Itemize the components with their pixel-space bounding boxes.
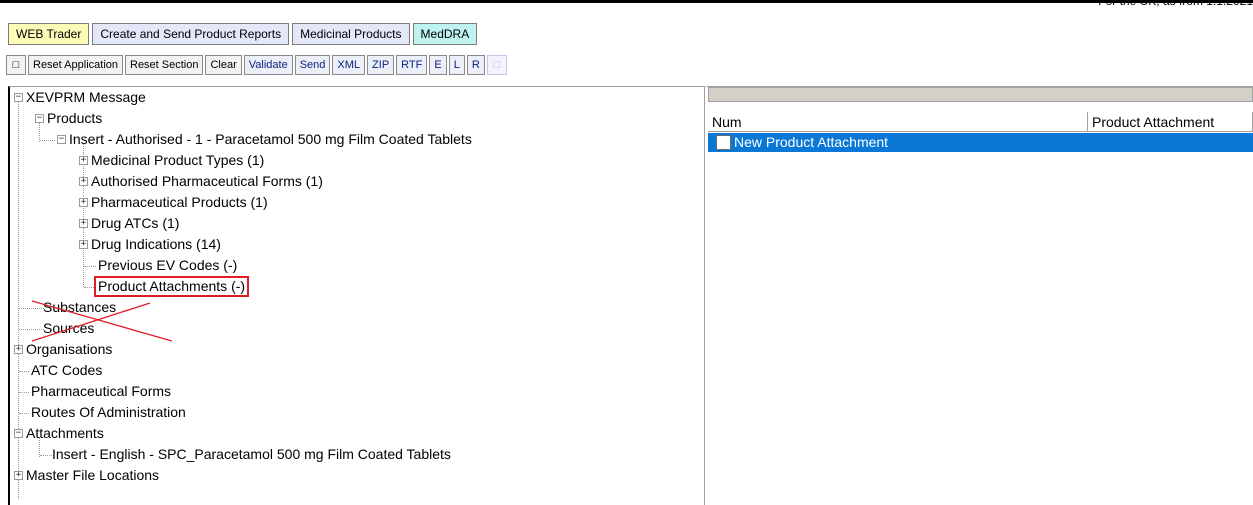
send-button[interactable]: Send (294, 55, 331, 75)
expand-icon[interactable]: + (79, 198, 88, 207)
top-border (0, 0, 1253, 8)
collapse-icon[interactable]: − (14, 93, 23, 102)
strike-line-down (32, 300, 172, 342)
detail-pane: Num Product Attachment New Product Attac… (706, 86, 1253, 505)
tree-node-label: Previous EV Codes (-) (98, 257, 238, 273)
row-checkbox[interactable] (716, 135, 731, 150)
detail-header-strip (708, 87, 1253, 102)
collapse-icon[interactable]: − (57, 135, 66, 144)
tree-node-label: Drug ATCs (1) (91, 215, 180, 231)
tree-node-label: Insert - English - SPC_Paracetamol 500 m… (52, 446, 451, 462)
expand-icon[interactable]: + (79, 156, 88, 165)
column-header-num[interactable]: Num (708, 112, 1088, 131)
tab-medicinal-products[interactable]: Medicinal Products (292, 23, 410, 45)
tab-meddra[interactable]: MedDRA (412, 23, 478, 45)
highlight-box: Product Attachments (-) (94, 276, 250, 297)
tree-node-label: Insert - Authorised - 1 - Paracetamol 50… (69, 131, 472, 147)
tree-node-medicinal-product-types[interactable]: Medicinal Product Types (1) (89, 150, 266, 171)
tab-create-send-reports[interactable]: Create and Send Product Reports (92, 23, 290, 45)
tree-connector (19, 413, 29, 414)
tree-node-organisations[interactable]: Organisations (24, 339, 114, 360)
tree-node-authorised-pharm-forms[interactable]: Authorised Pharmaceutical Forms (1) (89, 171, 325, 192)
tree-node-pharmaceutical-products[interactable]: Pharmaceutical Products (1) (89, 192, 270, 213)
column-header-product-attachment[interactable]: Product Attachment (1088, 112, 1253, 131)
tree-connector (19, 392, 29, 393)
tree-pane: − XEVPRM Message − Products − Insert - A… (8, 86, 705, 505)
corner-note: For the UK, as from 1.1.2021 (1098, 0, 1253, 8)
tree-node-label: Routes Of Administration (31, 404, 186, 420)
tree-node-product-insert[interactable]: Insert - Authorised - 1 - Paracetamol 50… (67, 129, 474, 150)
validate-button[interactable]: Validate (243, 55, 293, 75)
expand-icon[interactable]: + (14, 345, 23, 354)
expand-icon[interactable]: + (79, 219, 88, 228)
toolbar: □ Reset Application Reset Section Clear … (6, 55, 507, 75)
tree-guide-products (39, 122, 40, 142)
reset-section-button[interactable]: Reset Section (125, 55, 204, 75)
tree-node-previous-ev-codes[interactable]: Previous EV Codes (-) (96, 255, 239, 276)
tree-connector (40, 140, 55, 141)
tree-node-product-attachments[interactable]: Product Attachments (-) (94, 276, 250, 297)
r-button[interactable]: R (466, 55, 485, 75)
reset-application-button[interactable]: Reset Application (28, 55, 123, 75)
rtf-button[interactable]: RTF (396, 55, 428, 75)
tree-node-label: Attachments (26, 425, 104, 441)
collapse-icon[interactable]: − (35, 114, 44, 123)
tree-node-label: Pharmaceutical Products (1) (91, 194, 268, 210)
zip-button[interactable]: ZIP (367, 55, 395, 75)
tree-node-label: Master File Locations (26, 467, 160, 483)
row-label: New Product Attachment (734, 134, 889, 150)
tree-connector (19, 371, 29, 372)
strike-cross (32, 300, 172, 342)
tree-node-attachment-insert[interactable]: Insert - English - SPC_Paracetamol 500 m… (50, 444, 453, 465)
tree-node-drug-atcs[interactable]: Drug ATCs (1) (89, 213, 181, 234)
collapse-icon[interactable]: − (14, 429, 23, 438)
tree-node-pharmaceutical-forms[interactable]: Pharmaceutical Forms (29, 381, 173, 402)
clear-button[interactable]: Clear (205, 55, 242, 75)
tree-node-label: Products (47, 110, 103, 126)
tree-node-products[interactable]: Products (45, 108, 104, 129)
tree-connector (84, 266, 96, 267)
tree-node-label: XEVPRM Message (26, 89, 146, 105)
tree-node-label: Pharmaceutical Forms (31, 383, 172, 399)
e-button[interactable]: E (429, 55, 447, 75)
table-row[interactable]: New Product Attachment (708, 133, 1253, 152)
menu-square-button[interactable]: □ (6, 55, 26, 75)
tree-node-routes[interactable]: Routes Of Administration (29, 402, 188, 423)
tree-node-label: Medicinal Product Types (1) (91, 152, 265, 168)
tree-node-label: Drug Indications (14) (91, 236, 221, 252)
tree-node-label: ATC Codes (31, 362, 103, 378)
main-tabs: WEB Trader Create and Send Product Repor… (8, 23, 478, 45)
strike-line-up (32, 302, 151, 342)
tree-node-attachments[interactable]: Attachments (24, 423, 106, 444)
grid-header: Num Product Attachment (708, 112, 1253, 132)
tree-guide-root (18, 101, 19, 499)
tree-node-label: Authorised Pharmaceutical Forms (1) (91, 173, 323, 189)
disabled-square-button[interactable]: □ (486, 55, 507, 75)
tree-node-master-file-locations[interactable]: Master File Locations (24, 465, 161, 486)
expand-icon[interactable]: + (79, 177, 88, 186)
tab-web-trader[interactable]: WEB Trader (8, 23, 90, 45)
tree-node-root[interactable]: XEVPRM Message (24, 87, 148, 108)
expand-icon[interactable]: + (14, 471, 23, 480)
tree-node-atc-codes[interactable]: ATC Codes (29, 360, 104, 381)
l-button[interactable]: L (448, 55, 465, 75)
xml-button[interactable]: XML (332, 55, 366, 75)
expand-icon[interactable]: + (79, 240, 88, 249)
tree-node-label: Organisations (26, 341, 113, 357)
tree-node-drug-indications[interactable]: Drug Indications (14) (89, 234, 223, 255)
